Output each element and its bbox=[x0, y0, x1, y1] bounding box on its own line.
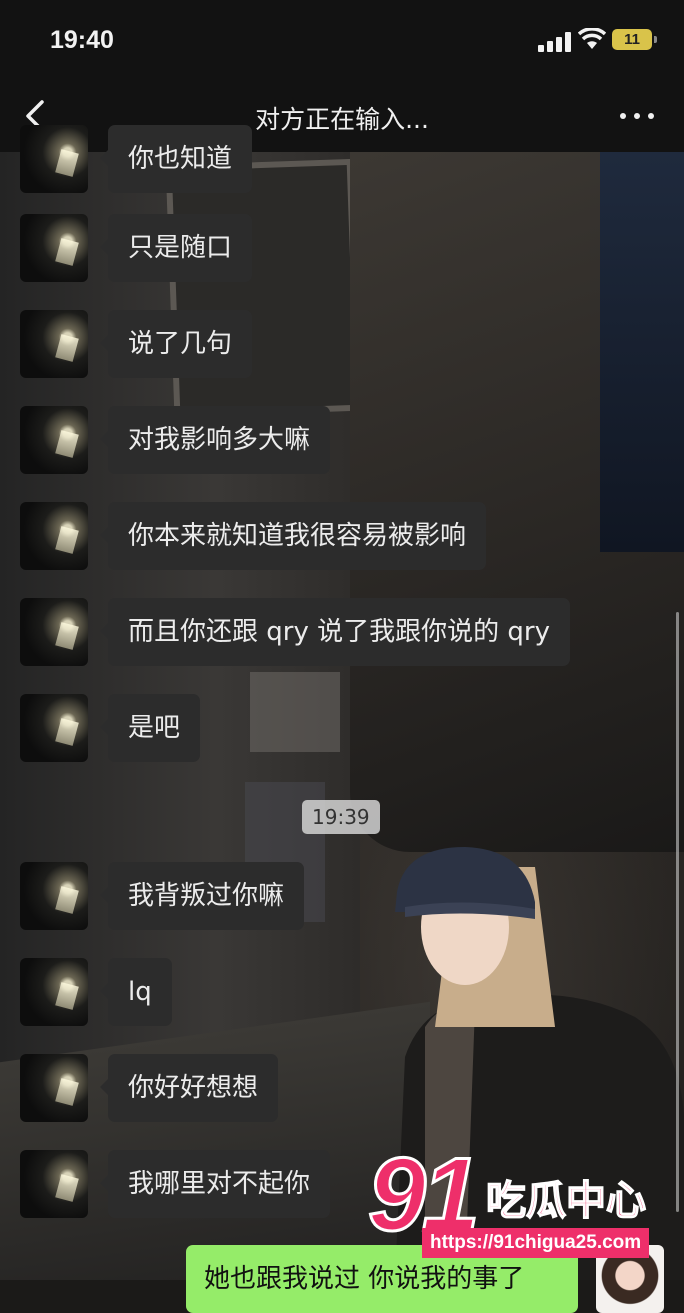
chat-header: 对方正在输入... bbox=[0, 84, 684, 152]
avatar[interactable] bbox=[20, 1054, 88, 1122]
message-bubble[interactable]: lq bbox=[100, 958, 172, 1026]
battery-icon: 11 bbox=[612, 29, 657, 50]
watermark-logo: 91 吃瓜中心 https://91chigua25.com bbox=[367, 1139, 684, 1280]
avatar[interactable] bbox=[20, 406, 88, 474]
avatar[interactable] bbox=[20, 598, 88, 666]
message-bubble[interactable]: 只是随口 bbox=[99, 214, 253, 282]
message-bubble[interactable]: 我哪里对不起你 bbox=[99, 1150, 331, 1218]
chat-title: 对方正在输入... bbox=[255, 105, 429, 134]
message-timestamp: 19:39 bbox=[302, 800, 380, 834]
watermark-url: https://91chigua25.com bbox=[422, 1228, 650, 1258]
message-bubble[interactable]: 你好好想想 bbox=[99, 1054, 279, 1122]
avatar[interactable] bbox=[20, 958, 88, 1026]
more-dots-icon[interactable] bbox=[618, 107, 658, 123]
avatar[interactable] bbox=[20, 502, 88, 570]
status-time: 19:40 bbox=[50, 26, 114, 54]
message-bubble[interactable]: 你也知道 bbox=[99, 125, 253, 193]
message-bubble[interactable]: 说了几句 bbox=[99, 310, 253, 378]
message-bubble[interactable]: 我背叛过你嘛 bbox=[99, 862, 305, 930]
wifi-icon bbox=[578, 28, 606, 49]
message-bubble[interactable]: 是吧 bbox=[99, 694, 201, 762]
wallpaper-sign bbox=[165, 158, 362, 418]
message-bubble[interactable]: 对我影响多大嘛 bbox=[99, 406, 331, 474]
wallpaper-poster bbox=[250, 672, 340, 752]
message-bubble[interactable]: 你本来就知道我很容易被影响 bbox=[99, 502, 487, 570]
signal-icon bbox=[538, 32, 572, 52]
avatar[interactable] bbox=[20, 214, 88, 282]
message-bubble[interactable]: 而且你还跟 qry 说了我跟你说的 qry bbox=[100, 598, 570, 666]
wallpaper-awning-blue bbox=[600, 152, 684, 552]
avatar[interactable] bbox=[20, 694, 88, 762]
avatar[interactable] bbox=[20, 125, 88, 193]
watermark-brand: 吃瓜中心 bbox=[485, 1177, 647, 1225]
avatar[interactable] bbox=[20, 310, 88, 378]
chat-background bbox=[0, 152, 684, 1280]
avatar[interactable] bbox=[20, 1150, 88, 1218]
status-bar: 19:40 11 bbox=[0, 0, 684, 84]
avatar[interactable] bbox=[20, 862, 88, 930]
scrollbar[interactable] bbox=[676, 612, 679, 1212]
